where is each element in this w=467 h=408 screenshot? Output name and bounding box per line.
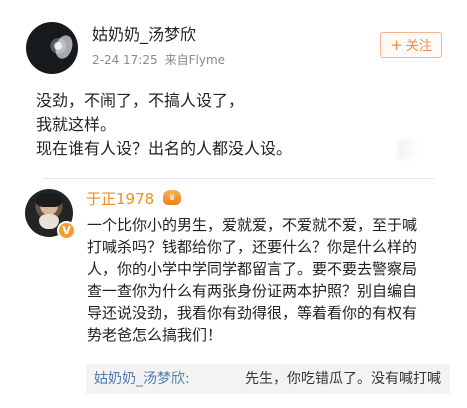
post-body: 没劲，不闹了，不搞人设了， 我就这样。 现在谁有人设？出名的人都没人设。 <box>36 89 366 161</box>
reply-preview[interactable]: 姑奶奶_汤梦欣: 先生，你吃错瓜了。没有喊打喊 <box>86 364 450 394</box>
comment-card: V 于正1978 ♛ 一个比你小的男生，爱就爱，不爱就不爱，至于喊 打喊杀吗？钱… <box>25 178 450 408</box>
post-date-time: 2-24 17:25 <box>92 53 158 67</box>
vip-crown-icon: ♛ <box>163 190 181 205</box>
post-line: 没劲，不闹了，不搞人设了， <box>36 91 245 110</box>
comment-line: 一个比你小的男生，爱就爱，不爱就不爱，至于喊 <box>87 216 418 234</box>
poster-username[interactable]: 姑奶奶_汤梦欣 <box>92 25 196 45</box>
commenter-username[interactable]: 于正1978 <box>86 190 154 208</box>
follow-label: 关注 <box>405 39 432 54</box>
follow-button[interactable]: + 关注 <box>380 32 442 58</box>
post-meta: 2-24 17:25 来自Flyme <box>92 53 225 67</box>
post-line: 我就这样。 <box>36 115 117 134</box>
poster-avatar[interactable] <box>26 22 78 74</box>
post-header: 姑奶奶_汤梦欣 2-24 17:25 来自Flyme + 关注 <box>26 20 446 78</box>
comment-line: 打喊杀吗？钱都给你了，还要什么？你是什么样的 <box>87 238 418 256</box>
blurred-mark <box>398 139 418 159</box>
verified-v-icon: V <box>59 223 74 238</box>
comment-divider <box>43 178 435 179</box>
comment-line: 导还说没劲，我看你有劲得很，等着看你的有权有 <box>87 304 418 322</box>
plus-icon: + <box>390 36 403 54</box>
comment-line: 势老爸怎么搞我们！ <box>87 326 223 344</box>
reply-username[interactable]: 姑奶奶_汤梦欣: <box>94 370 190 388</box>
post-line: 现在谁有人设？出名的人都没人设。 <box>36 139 293 158</box>
comment-body: 一个比你小的男生，爱就爱，不爱就不爱，至于喊 打喊杀吗？钱都给你了，还要什么？你… <box>87 214 447 346</box>
reply-text: 先生，你吃错瓜了。没有喊打喊 <box>245 371 441 387</box>
weibo-post-screen: 姑奶奶_汤梦欣 2-24 17:25 来自Flyme + 关注 没劲，不闹了，不搞人… <box>0 0 467 408</box>
comment-line: 查一查你为什么有两张身份证两本护照？别自编自 <box>87 282 418 300</box>
comment-line: 人，你的小学中学同学都留言了。要不要去警察局 <box>87 260 418 278</box>
post-source: 来自Flyme <box>164 53 226 67</box>
